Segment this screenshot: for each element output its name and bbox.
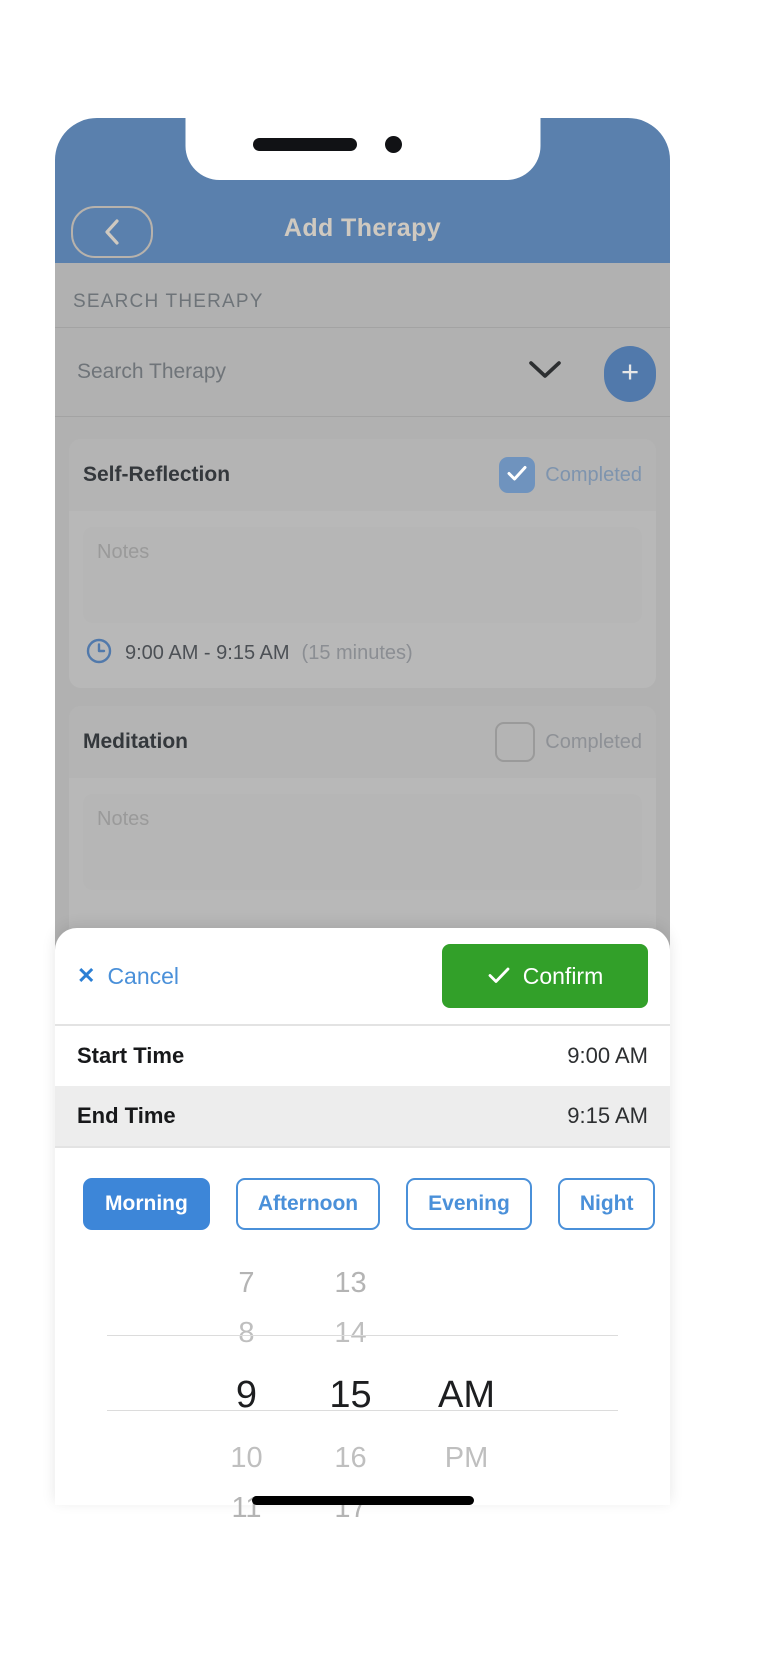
completed-label: Completed <box>545 463 642 486</box>
add-therapy-button[interactable]: + <box>604 346 656 402</box>
minute-option[interactable]: 14 <box>299 1308 403 1358</box>
cancel-label: Cancel <box>107 962 180 989</box>
therapy-card-header: Meditation Completed <box>69 706 656 778</box>
meridiem-option-selected[interactable]: AM <box>403 1358 531 1433</box>
hour-option-selected[interactable]: 9 <box>195 1358 299 1433</box>
start-time-value: 9:00 AM <box>567 1043 648 1068</box>
confirm-button[interactable]: Confirm <box>442 944 648 1008</box>
therapy-card-header: Self-Reflection Completed <box>69 439 656 511</box>
notes-input[interactable]: Notes <box>83 794 642 890</box>
close-icon: ✕ <box>77 963 96 988</box>
chip-label: Morning <box>105 1192 188 1215</box>
chip-label: Afternoon <box>257 1192 359 1215</box>
period-chip-group: Morning Afternoon Evening Night <box>55 1148 670 1252</box>
dimmed-background-content: SEARCH THERAPY Search Therapy + Self-Ref… <box>55 263 670 980</box>
meridiem-option[interactable] <box>403 1308 531 1358</box>
sheet-action-bar: ✕ Cancel Confirm <box>55 928 670 1024</box>
check-icon <box>506 464 528 487</box>
period-chip-morning[interactable]: Morning <box>83 1178 210 1230</box>
therapy-card[interactable]: Self-Reflection Completed Notes 9:00 AM … <box>69 439 656 688</box>
hour-option[interactable]: 10 <box>195 1433 299 1483</box>
clock-icon <box>85 637 113 670</box>
earpiece-speaker-icon <box>253 138 357 151</box>
period-chip-night[interactable]: Night <box>557 1178 656 1230</box>
chevron-down-icon[interactable] <box>528 360 562 385</box>
period-chip-afternoon[interactable]: Afternoon <box>235 1178 381 1230</box>
search-therapy-row[interactable]: Search Therapy + <box>55 328 670 416</box>
check-icon <box>487 963 511 990</box>
completed-toggle[interactable]: Completed <box>495 722 642 762</box>
start-time-row[interactable]: Start Time 9:00 AM <box>55 1026 670 1086</box>
front-camera-icon <box>385 136 402 153</box>
completed-label: Completed <box>545 730 642 753</box>
minute-option-selected[interactable]: 15 <box>299 1358 403 1433</box>
chip-label: Evening <box>428 1192 510 1215</box>
therapy-card-list: Self-Reflection Completed Notes 9:00 AM … <box>55 417 670 980</box>
therapy-time-range: 9:00 AM - 9:15 AM <box>125 642 290 664</box>
therapy-duration: (15 minutes) <box>301 642 413 664</box>
start-time-label: Start Time <box>77 1043 185 1068</box>
confirm-label: Confirm <box>522 962 604 989</box>
home-indicator <box>251 1496 474 1505</box>
checkbox-checked[interactable] <box>499 457 536 493</box>
hour-option[interactable]: 8 <box>195 1308 299 1358</box>
chip-label: Night <box>579 1192 634 1215</box>
period-chip-evening[interactable]: Evening <box>406 1178 532 1230</box>
selection-line-top <box>107 1335 618 1336</box>
selection-line-bottom <box>107 1410 618 1411</box>
section-label-search-therapy: SEARCH THERAPY <box>73 291 264 312</box>
therapy-time-row[interactable]: 9:00 AM - 9:15 AM (15 minutes) <box>69 623 656 688</box>
completed-toggle[interactable]: Completed <box>499 457 642 493</box>
end-time-value: 9:15 AM <box>567 1103 648 1128</box>
time-wheel-picker[interactable]: 7 8 9 10 11 13 14 15 16 17 AM PM <box>55 1258 670 1524</box>
therapy-title: Self-Reflection <box>83 463 231 486</box>
device-notch <box>159 118 566 180</box>
cancel-button[interactable]: ✕ Cancel <box>77 963 179 990</box>
time-picker-sheet: ✕ Cancel Confirm Start Time 9:00 AM End … <box>55 928 670 1524</box>
search-input[interactable]: Search Therapy <box>77 360 226 384</box>
meridiem-option[interactable]: PM <box>403 1433 531 1483</box>
therapy-title: Meditation <box>83 730 188 753</box>
page-title: Add Therapy <box>283 214 442 242</box>
checkbox-unchecked[interactable] <box>495 722 536 762</box>
status-bar-area: Add Therapy <box>55 118 670 263</box>
end-time-label: End Time <box>77 1103 176 1128</box>
notes-input[interactable]: Notes <box>83 527 642 623</box>
meridiem-option[interactable] <box>403 1258 531 1308</box>
minute-option[interactable]: 13 <box>299 1258 403 1308</box>
hour-option[interactable]: 7 <box>195 1258 299 1308</box>
minute-option[interactable]: 16 <box>299 1433 403 1483</box>
end-time-row[interactable]: End Time 9:15 AM <box>55 1086 670 1146</box>
